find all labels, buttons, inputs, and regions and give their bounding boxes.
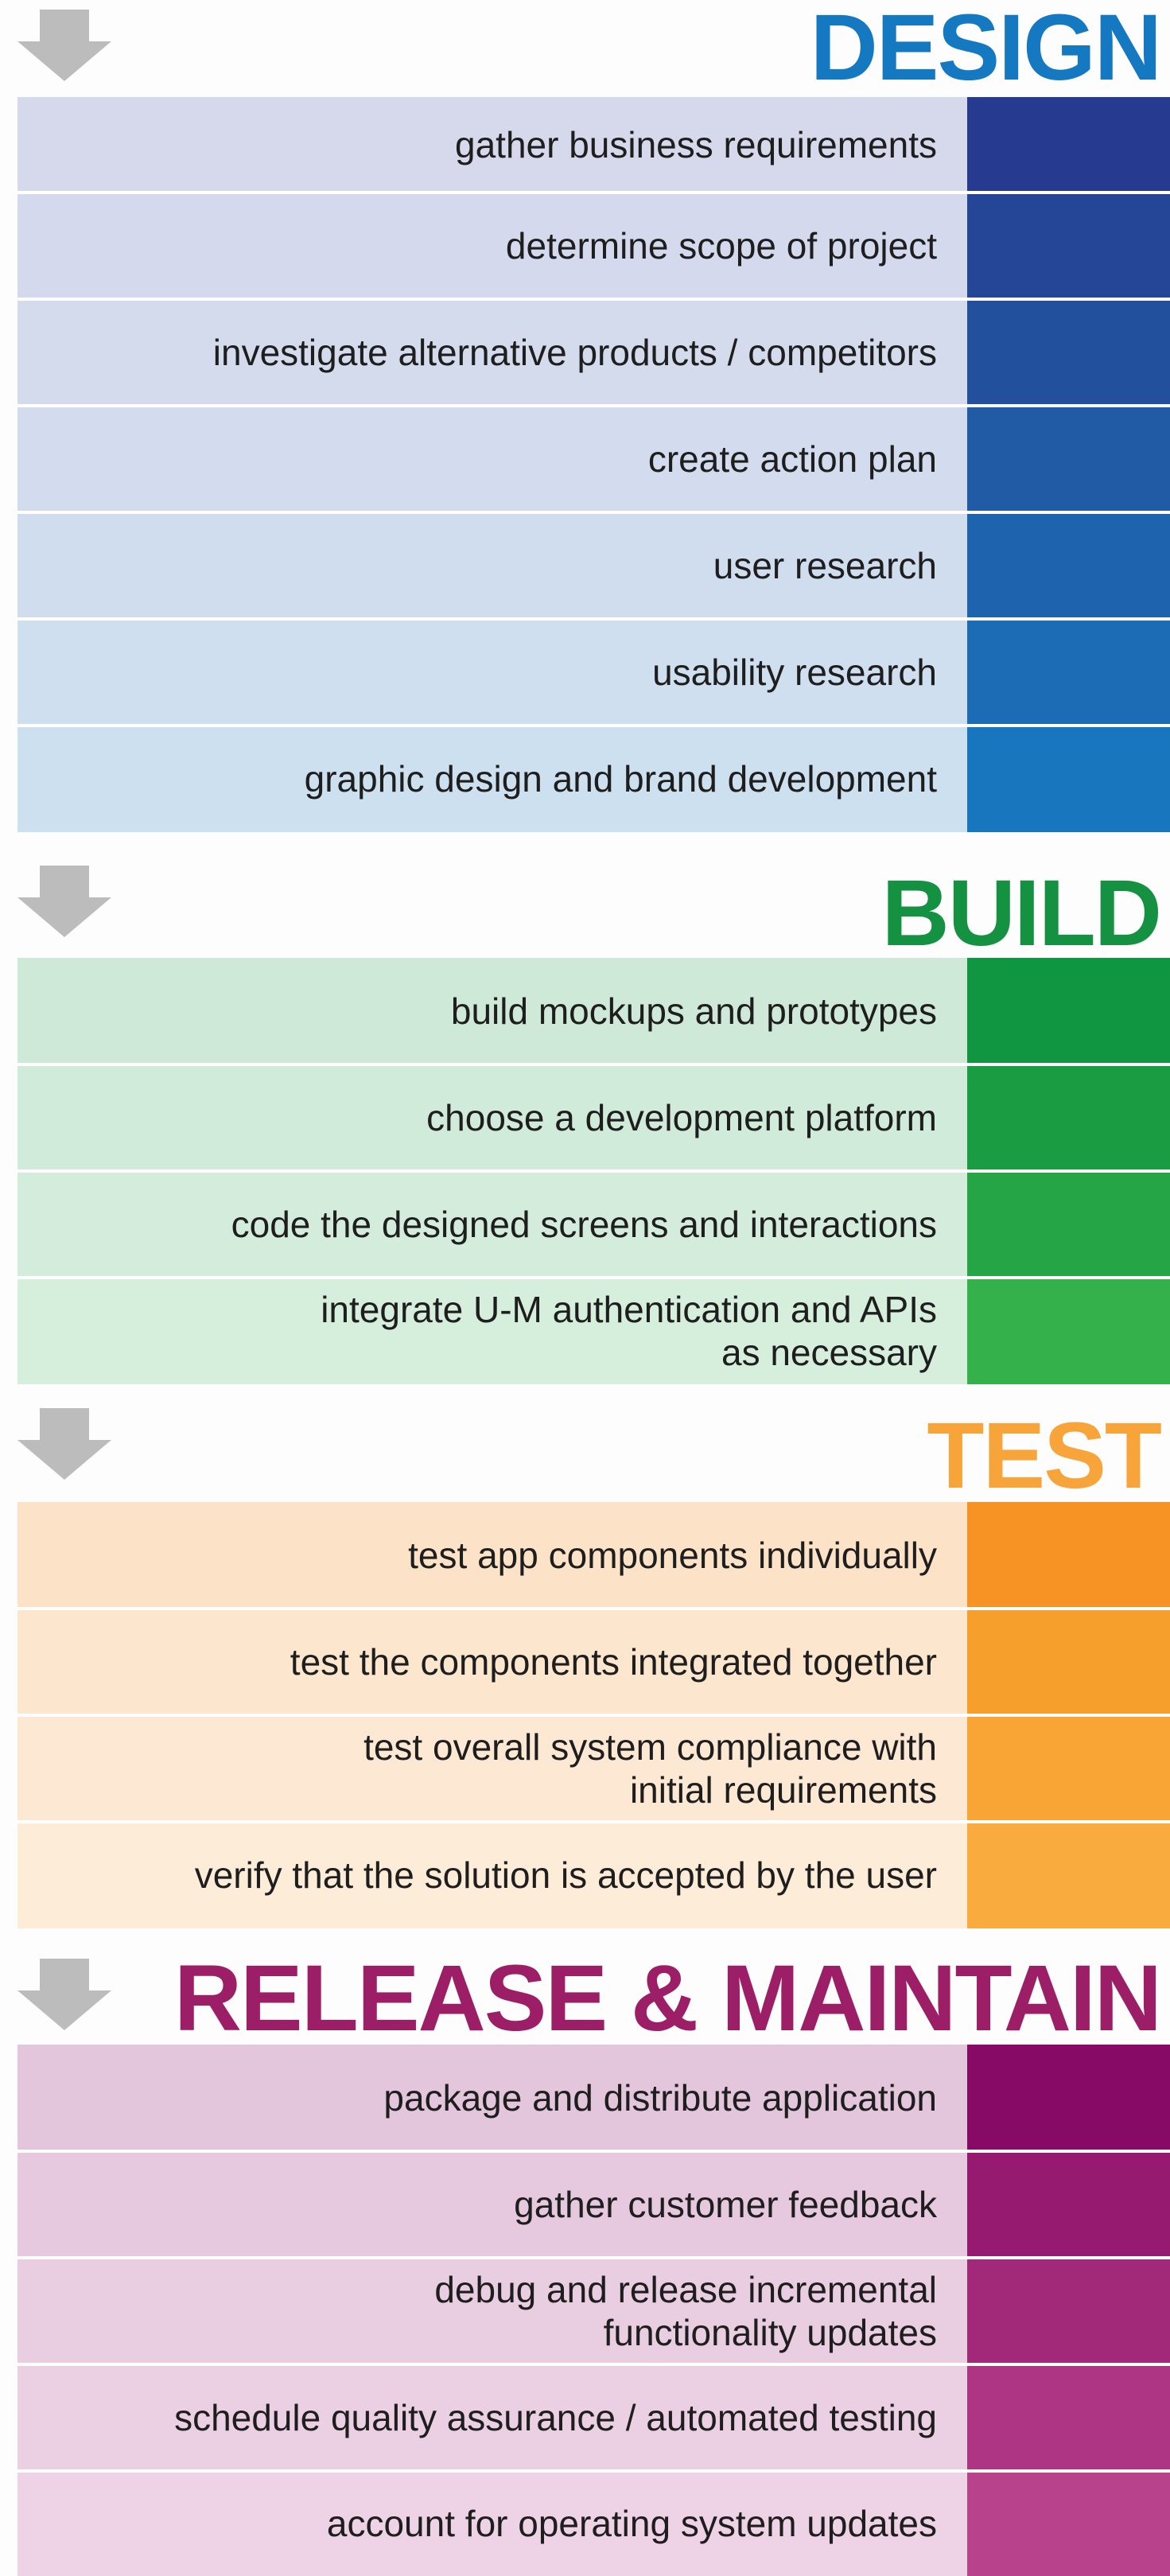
step-color-swatch bbox=[967, 726, 1170, 832]
phase-build: BUILD build mockups and prototypes choose… bbox=[0, 851, 1170, 1394]
step-label: usability research bbox=[17, 619, 981, 726]
step-color-swatch bbox=[967, 406, 1170, 512]
row-divider bbox=[17, 724, 1170, 727]
phase-rows-design: gather business requirements determine sc… bbox=[17, 97, 1170, 851]
down-arrow-icon bbox=[17, 1408, 111, 1480]
step-label: package and distribute application bbox=[17, 2045, 981, 2151]
step-label: determine scope of project bbox=[17, 193, 981, 299]
step-color-swatch bbox=[967, 1609, 1170, 1715]
down-arrow-icon bbox=[17, 866, 111, 937]
row-divider bbox=[17, 404, 1170, 407]
row-divider bbox=[17, 2469, 1170, 2473]
step-row-test: verify that the solution is accepted by … bbox=[17, 1822, 1170, 1928]
step-color-swatch bbox=[967, 1502, 1170, 1609]
step-label: schedule quality assurance / automated t… bbox=[17, 2364, 981, 2471]
step-color-swatch bbox=[967, 2471, 1170, 2576]
row-divider bbox=[17, 2256, 1170, 2259]
phase-title-build: BUILD bbox=[881, 861, 1162, 966]
step-color-swatch bbox=[967, 2258, 1170, 2364]
step-row-design: determine scope of project bbox=[17, 193, 1170, 299]
phase-title-test: TEST bbox=[927, 1403, 1162, 1508]
phase-rows-release-maintain: package and distribute application gather… bbox=[17, 2045, 1170, 2576]
step-row-release-maintain: gather customer feedback bbox=[17, 2151, 1170, 2258]
step-color-swatch bbox=[967, 512, 1170, 619]
step-row-design: gather business requirements bbox=[17, 97, 1170, 193]
step-row-release-maintain: schedule quality assurance / automated t… bbox=[17, 2364, 1170, 2471]
row-divider bbox=[17, 191, 1170, 194]
row-divider bbox=[17, 2150, 1170, 2153]
row-divider bbox=[17, 617, 1170, 621]
step-row-release-maintain: debug and release incremental functional… bbox=[17, 2258, 1170, 2364]
step-label: verify that the solution is accepted by … bbox=[17, 1822, 981, 1928]
sdlc-infographic: DESIGN gather business requirements deter… bbox=[0, 0, 1170, 2576]
step-row-build: integrate U-M authentication and APIs as… bbox=[17, 1278, 1170, 1384]
row-divider bbox=[17, 511, 1170, 514]
step-row-design: usability research bbox=[17, 619, 1170, 726]
step-color-swatch bbox=[967, 958, 1170, 1064]
row-divider bbox=[17, 1276, 1170, 1279]
step-label: investigate alternative products / compe… bbox=[17, 299, 981, 406]
step-row-test: test overall system compliance with init… bbox=[17, 1715, 1170, 1822]
step-label: debug and release incremental functional… bbox=[17, 2258, 981, 2364]
step-label: gather customer feedback bbox=[17, 2151, 981, 2258]
row-divider bbox=[17, 2363, 1170, 2366]
phase-rows-test: test app components individually test the… bbox=[17, 1502, 1170, 1936]
step-color-swatch bbox=[967, 1715, 1170, 1822]
step-row-design: user research bbox=[17, 512, 1170, 619]
step-color-swatch bbox=[967, 299, 1170, 406]
phase-rows-build: build mockups and prototypes choose a dev… bbox=[17, 958, 1170, 1394]
step-row-design: investigate alternative products / compe… bbox=[17, 299, 1170, 406]
step-label: account for operating system updates bbox=[17, 2471, 981, 2576]
step-row-design: graphic design and brand development bbox=[17, 726, 1170, 832]
row-divider bbox=[17, 1607, 1170, 1610]
step-label: test overall system compliance with init… bbox=[17, 1715, 981, 1822]
phase-test: TEST test app components individually tes… bbox=[0, 1394, 1170, 1936]
step-label: build mockups and prototypes bbox=[17, 958, 981, 1064]
step-row-design: create action plan bbox=[17, 406, 1170, 512]
down-arrow-icon bbox=[17, 10, 111, 81]
step-color-swatch bbox=[967, 1171, 1170, 1278]
step-color-swatch bbox=[967, 2151, 1170, 2258]
step-label: integrate U-M authentication and APIs as… bbox=[17, 1278, 981, 1384]
step-color-swatch bbox=[967, 2045, 1170, 2151]
step-color-swatch bbox=[967, 97, 1170, 193]
phase-release-maintain: RELEASE & MAINTAIN package and distribut… bbox=[0, 1936, 1170, 2576]
step-color-swatch bbox=[967, 1822, 1170, 1928]
step-label: user research bbox=[17, 512, 981, 619]
step-label: choose a development platform bbox=[17, 1064, 981, 1171]
step-color-swatch bbox=[967, 193, 1170, 299]
phase-title-release-maintain: RELEASE & MAINTAIN bbox=[173, 1946, 1162, 2051]
step-row-build: choose a development platform bbox=[17, 1064, 1170, 1171]
step-label: graphic design and brand development bbox=[17, 726, 981, 832]
row-divider bbox=[17, 298, 1170, 301]
row-divider bbox=[17, 1820, 1170, 1823]
step-label: create action plan bbox=[17, 406, 981, 512]
step-row-release-maintain: package and distribute application bbox=[17, 2045, 1170, 2151]
step-color-swatch bbox=[967, 1278, 1170, 1384]
step-label: test the components integrated together bbox=[17, 1609, 981, 1715]
step-label: code the designed screens and interactio… bbox=[17, 1171, 981, 1278]
step-row-build: code the designed screens and interactio… bbox=[17, 1171, 1170, 1278]
down-arrow-icon bbox=[17, 1959, 111, 2030]
step-color-swatch bbox=[967, 619, 1170, 726]
row-divider bbox=[17, 1169, 1170, 1173]
step-label: test app components individually bbox=[17, 1502, 981, 1609]
phase-design: DESIGN gather business requirements deter… bbox=[0, 0, 1170, 851]
step-color-swatch bbox=[967, 1064, 1170, 1171]
phase-title-design: DESIGN bbox=[810, 0, 1162, 100]
row-divider bbox=[17, 1063, 1170, 1066]
step-row-test: test the components integrated together bbox=[17, 1609, 1170, 1715]
step-row-release-maintain: account for operating system updates bbox=[17, 2471, 1170, 2576]
step-label: gather business requirements bbox=[17, 97, 981, 193]
row-divider bbox=[17, 1714, 1170, 1717]
step-row-test: test app components individually bbox=[17, 1502, 1170, 1609]
step-row-build: build mockups and prototypes bbox=[17, 958, 1170, 1064]
step-color-swatch bbox=[967, 2364, 1170, 2471]
